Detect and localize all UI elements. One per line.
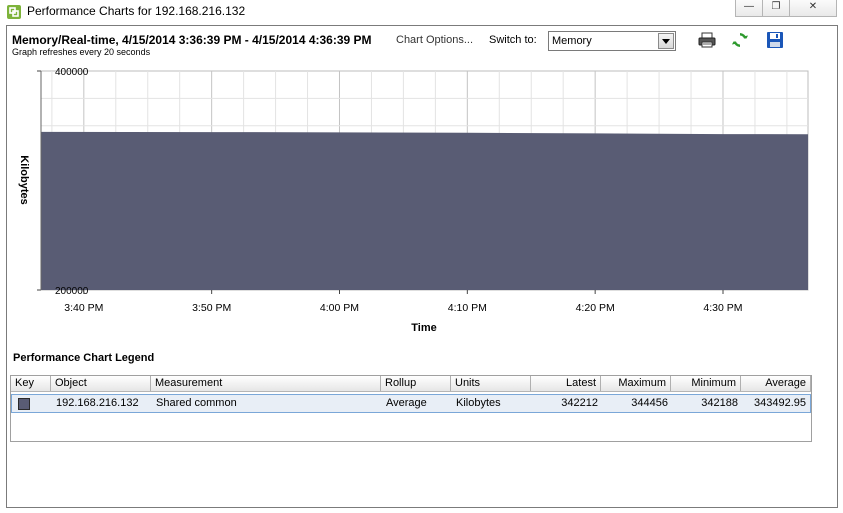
memory-series-area bbox=[41, 131, 808, 290]
legend-table: Key Object Measurement Rollup Units Late… bbox=[10, 375, 812, 442]
column-header-average[interactable]: Average bbox=[741, 376, 811, 391]
legend-row[interactable]: 192.168.216.132 Shared common Average Ki… bbox=[11, 394, 811, 413]
legend-row-latest: 342212 bbox=[561, 397, 598, 409]
column-header-object[interactable]: Object bbox=[51, 376, 151, 391]
legend-row-measurement: Shared common bbox=[156, 397, 237, 409]
legend-header: Key Object Measurement Rollup Units Late… bbox=[11, 376, 811, 392]
column-header-maximum[interactable]: Maximum bbox=[601, 376, 671, 391]
legend-row-average: 343492.95 bbox=[754, 397, 806, 409]
column-header-latest[interactable]: Latest bbox=[531, 376, 601, 391]
x-tick-label: 3:40 PM bbox=[64, 302, 103, 314]
column-header-key[interactable]: Key bbox=[11, 376, 51, 391]
x-tick-label: 4:20 PM bbox=[576, 302, 615, 314]
column-header-units[interactable]: Units bbox=[451, 376, 531, 391]
legend-row-minimum: 342188 bbox=[701, 397, 738, 409]
x-axis-label: Time bbox=[411, 322, 436, 334]
x-tick-label: 4:00 PM bbox=[320, 302, 359, 314]
series-color-swatch bbox=[18, 398, 30, 410]
x-tick-label: 4:10 PM bbox=[448, 302, 487, 314]
y-axis-label: Kilobytes bbox=[18, 155, 30, 205]
x-tick-label: 3:50 PM bbox=[192, 302, 231, 314]
legend-row-rollup: Average bbox=[386, 397, 427, 409]
x-tick-label: 4:30 PM bbox=[703, 302, 742, 314]
legend-row-units: Kilobytes bbox=[456, 397, 501, 409]
column-header-minimum[interactable]: Minimum bbox=[671, 376, 741, 391]
y-tick-label: 400000 bbox=[55, 67, 89, 78]
legend-title: Performance Chart Legend bbox=[13, 352, 155, 364]
column-header-measurement[interactable]: Measurement bbox=[151, 376, 381, 391]
legend-row-maximum: 344456 bbox=[631, 397, 668, 409]
column-header-rollup[interactable]: Rollup bbox=[381, 376, 451, 391]
legend-row-object: 192.168.216.132 bbox=[56, 397, 139, 409]
